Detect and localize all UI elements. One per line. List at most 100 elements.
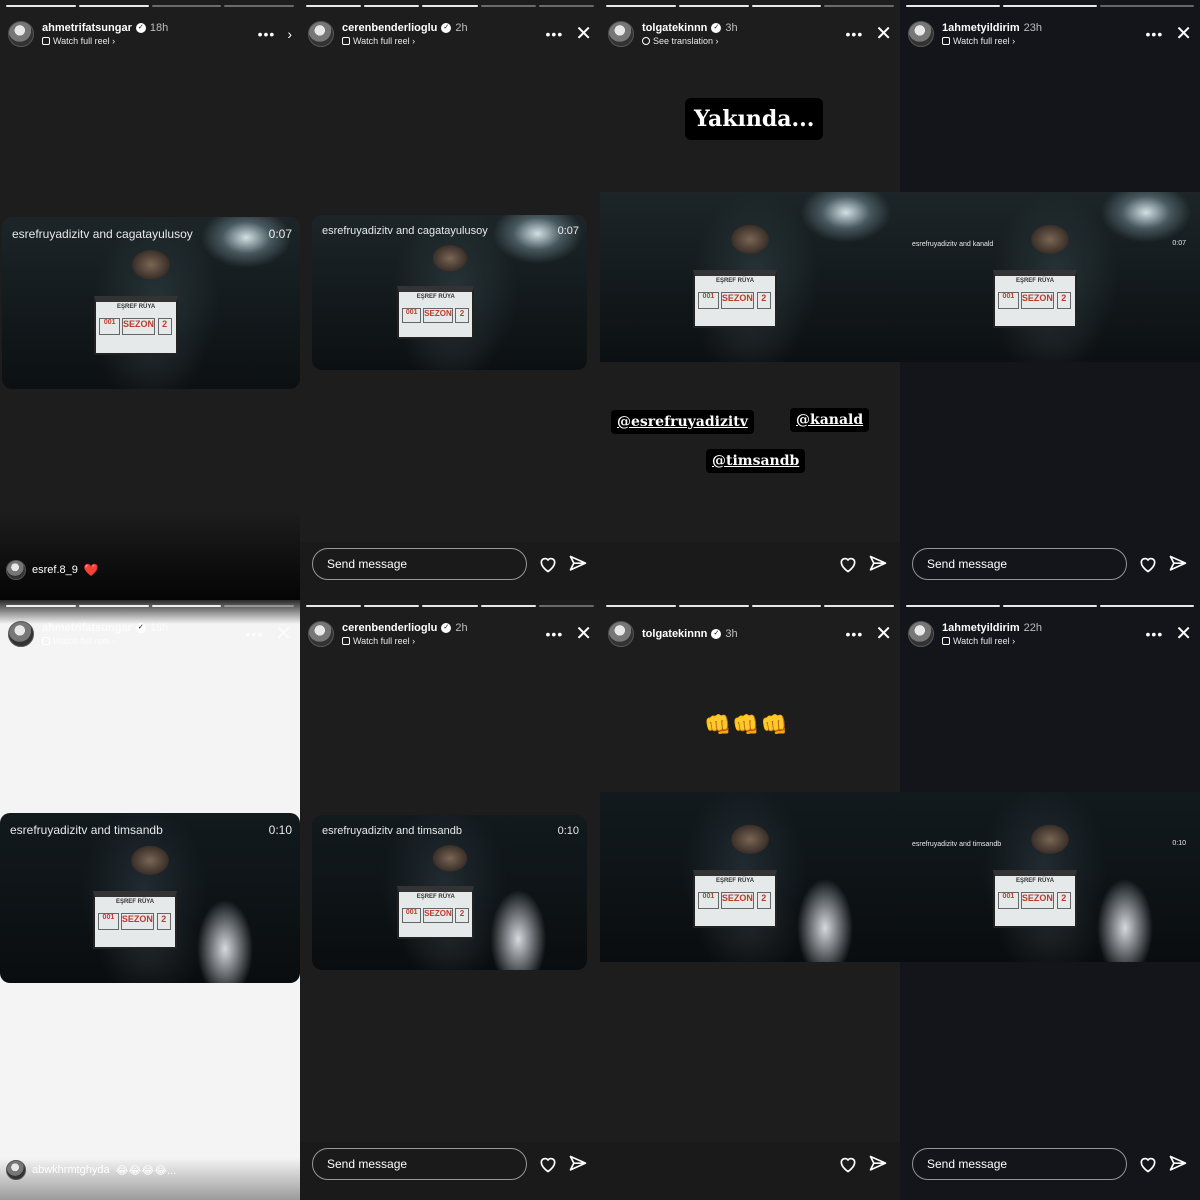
send-icon[interactable] bbox=[568, 554, 588, 574]
avatar bbox=[6, 560, 26, 580]
more-icon[interactable]: ••• bbox=[546, 26, 564, 42]
send-message-input[interactable]: Send message bbox=[312, 1148, 527, 1180]
more-icon[interactable]: ••• bbox=[1146, 626, 1164, 642]
username[interactable]: cerenbenderlioglu bbox=[342, 22, 437, 34]
reel-preview[interactable]: EŞREF RÜYA 001 SEZON 2 esrefruyadizitv and … bbox=[900, 192, 1200, 362]
reel-preview[interactable]: EŞREF RÜYA 001 SEZON 2 esrefruyadizitv and … bbox=[312, 815, 587, 970]
text-sticker: Yakında... bbox=[685, 98, 824, 140]
username[interactable]: cerenbenderlioglu bbox=[342, 622, 437, 634]
username[interactable]: tolgatekinnn bbox=[642, 22, 707, 34]
heart-icon[interactable] bbox=[838, 1154, 858, 1174]
close-icon[interactable]: ✕ bbox=[1175, 624, 1192, 644]
reel-preview[interactable]: EŞREF RÜYA 001 SEZON 2 bbox=[600, 792, 900, 962]
send-message-input[interactable]: Send message bbox=[912, 548, 1127, 580]
see-translation-link[interactable]: See translation › bbox=[642, 35, 738, 47]
watch-full-reel-link[interactable]: Watch full reel › bbox=[42, 635, 168, 647]
reel-icon bbox=[342, 36, 350, 45]
send-icon[interactable] bbox=[1168, 554, 1188, 574]
watch-full-reel-link[interactable]: Watch full reel › bbox=[342, 635, 468, 647]
avatar[interactable] bbox=[308, 21, 334, 47]
heart-icon[interactable] bbox=[838, 554, 858, 574]
send-icon[interactable] bbox=[868, 1154, 888, 1174]
mention-sticker[interactable]: @kanald bbox=[790, 408, 870, 432]
send-icon[interactable] bbox=[1168, 1154, 1188, 1174]
reel-preview[interactable]: EŞREF RÜYA 001 SEZON 2 esrefruyadizitv and … bbox=[2, 217, 300, 389]
username[interactable]: tolgatekinnn bbox=[642, 628, 707, 640]
avatar[interactable] bbox=[308, 621, 334, 647]
close-icon[interactable]: ✕ bbox=[875, 24, 892, 44]
watch-full-reel-link[interactable]: Watch full reel › bbox=[42, 35, 168, 47]
send-message-input[interactable]: Send message bbox=[312, 548, 527, 580]
username[interactable]: ahmetrifatsungar bbox=[42, 622, 132, 634]
story-progress bbox=[6, 5, 294, 7]
watch-full-reel-link[interactable]: Watch full reel › bbox=[942, 35, 1042, 47]
verified-icon: ✓ bbox=[441, 22, 452, 33]
reel-icon bbox=[942, 36, 950, 45]
close-icon[interactable]: › bbox=[287, 24, 292, 44]
heart-icon[interactable] bbox=[538, 1154, 558, 1174]
avatar[interactable] bbox=[608, 21, 634, 47]
more-icon[interactable]: ••• bbox=[846, 26, 864, 42]
bottom-gradient bbox=[0, 510, 300, 600]
reel-preview[interactable]: EŞREF RÜYA 001 SEZON 2 esrefruyadizitv and … bbox=[900, 792, 1200, 962]
reel-preview[interactable]: EŞREF RÜYA 001 SEZON 2 bbox=[600, 192, 900, 362]
timestamp: 18h bbox=[149, 21, 169, 34]
close-icon[interactable]: ✕ bbox=[1175, 24, 1192, 44]
mention-sticker[interactable]: @timsandb bbox=[706, 449, 806, 473]
send-icon[interactable] bbox=[568, 1154, 588, 1174]
reel-icon bbox=[42, 636, 50, 645]
story-panel-2: cerenbenderlioglu ✓ 2h Watch full reel › •… bbox=[300, 0, 600, 600]
close-icon[interactable]: ✕ bbox=[575, 24, 592, 44]
avatar[interactable] bbox=[8, 621, 34, 647]
verified-icon: ✓ bbox=[711, 629, 722, 639]
more-icon[interactable]: ••• bbox=[258, 26, 276, 42]
reel-credit: esrefruyadizitv and cagatayulusoy bbox=[12, 227, 193, 241]
username[interactable]: ahmetrifatsungar bbox=[42, 22, 132, 34]
avatar[interactable] bbox=[908, 621, 934, 647]
more-icon[interactable]: ••• bbox=[1146, 26, 1164, 42]
story-header: tolgatekinnn ✓ 3h ••• ✕ bbox=[608, 614, 892, 654]
close-icon[interactable]: ✕ bbox=[575, 624, 592, 644]
emoji-text: 👊👊👊 bbox=[704, 712, 790, 737]
more-icon[interactable]: ••• bbox=[246, 626, 264, 642]
clapperboard: EŞREF RÜYA 001 SEZON 2 bbox=[693, 270, 777, 328]
message-bar: Send message bbox=[900, 1142, 1200, 1200]
reel-icon bbox=[342, 636, 350, 645]
clapperboard: EŞREF RÜYA 001 SEZON 2 bbox=[397, 286, 475, 339]
reel-preview[interactable]: EŞREF RÜYA 001 SEZON 2 esrefruyadizitv and … bbox=[312, 215, 587, 370]
more-icon[interactable]: ••• bbox=[546, 626, 564, 642]
close-icon[interactable]: ✕ bbox=[875, 624, 892, 644]
send-icon[interactable] bbox=[868, 554, 888, 574]
heart-icon[interactable] bbox=[1138, 554, 1158, 574]
close-icon[interactable]: ✕ bbox=[275, 624, 292, 644]
username[interactable]: 1ahmetyildirim bbox=[942, 622, 1020, 634]
avatar[interactable] bbox=[908, 21, 934, 47]
story-panel-4: 1ahmetyildirim 23h Watch full reel › ••• ✕… bbox=[900, 0, 1200, 600]
story-panel-5: ahmetrifatsungar ✓ 18h Watch full reel › •… bbox=[0, 600, 300, 1200]
username[interactable]: 1ahmetyildirim bbox=[942, 22, 1020, 34]
story-header: cerenbenderlioglu ✓ 2h Watch full reel › •… bbox=[308, 614, 592, 654]
verified-icon: ✓ bbox=[135, 622, 146, 633]
more-icon[interactable]: ••• bbox=[846, 626, 864, 642]
reel-duration: 0:07 bbox=[557, 225, 579, 237]
story-header: ahmetrifatsungar ✓ 18h Watch full reel › •… bbox=[8, 14, 292, 54]
message-bar: Send message bbox=[300, 1142, 600, 1200]
clapperboard: EŞREF RÜYA 001 SEZON 2 bbox=[93, 891, 177, 949]
verified-icon: ✓ bbox=[441, 622, 452, 633]
reel-duration: 0:07 bbox=[1172, 240, 1186, 247]
reel-preview[interactable]: EŞREF RÜYA 001 SEZON 2 esrefruyadizitv and … bbox=[0, 813, 300, 983]
send-message-input[interactable]: Send message bbox=[912, 1148, 1127, 1180]
watch-full-reel-link[interactable]: Watch full reel › bbox=[342, 35, 468, 47]
watch-full-reel-link[interactable]: Watch full reel › bbox=[942, 635, 1042, 647]
avatar[interactable] bbox=[8, 21, 34, 47]
timestamp: 18h bbox=[149, 621, 169, 634]
timestamp: 22h bbox=[1023, 621, 1042, 634]
message-bar: Send message bbox=[300, 542, 600, 600]
avatar[interactable] bbox=[608, 621, 634, 647]
message-bar bbox=[600, 542, 900, 600]
heart-icon[interactable] bbox=[1138, 1154, 1158, 1174]
heart-icon[interactable] bbox=[538, 554, 558, 574]
mention-sticker[interactable]: @esrefruyadizitv bbox=[611, 410, 754, 434]
story-panel-3: tolgatekinnn ✓ 3h See translation › ••• ✕ Y… bbox=[600, 0, 900, 600]
story-header: ahmetrifatsungar ✓ 18h Watch full reel › •… bbox=[8, 614, 292, 654]
